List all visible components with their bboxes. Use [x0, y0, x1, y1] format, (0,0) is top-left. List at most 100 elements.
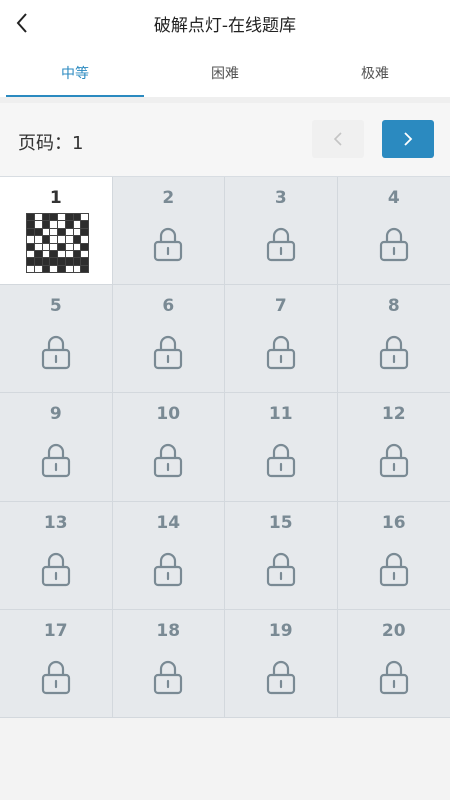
puzzle-preview — [26, 213, 89, 273]
level-number: 9 — [49, 404, 62, 425]
level-cell-20[interactable]: 20 — [337, 609, 450, 718]
preview-square — [42, 214, 50, 221]
preview-square — [42, 221, 50, 228]
preview-square — [34, 221, 42, 228]
level-cell-18[interactable]: 18 — [112, 609, 225, 718]
chevron-right-icon — [404, 132, 413, 146]
chevron-left-icon — [333, 132, 342, 146]
next-page-button[interactable] — [382, 120, 434, 158]
page-title: 破解点灯-在线题库 — [153, 16, 297, 36]
tab-extreme[interactable]: 极难 — [300, 46, 450, 97]
lock-icon — [266, 444, 295, 478]
level-cell-6[interactable]: 6 — [112, 285, 225, 394]
level-number: 3 — [274, 188, 287, 208]
level-number: 14 — [156, 512, 181, 533]
preview-square — [65, 236, 73, 243]
preview-square — [34, 243, 42, 250]
preview-square — [65, 228, 73, 236]
pager-bar: 页码：1 — [0, 103, 450, 176]
preview-square — [65, 214, 73, 221]
preview-square — [27, 228, 34, 236]
level-cell-19[interactable]: 19 — [225, 609, 338, 718]
preview-square — [50, 228, 57, 236]
app-header: 破解点灯-在线题库 — [0, 0, 450, 46]
preview-square — [81, 258, 88, 265]
lock-icon — [41, 444, 70, 478]
lock-icon — [154, 227, 183, 262]
preview-square — [81, 243, 88, 250]
lock-icon — [266, 660, 295, 694]
level-cell-15[interactable]: 15 — [225, 501, 338, 610]
level-cell-3[interactable]: 3 — [225, 177, 338, 286]
level-number: 12 — [381, 404, 406, 425]
level-cell-7[interactable]: 7 — [225, 285, 338, 394]
tab-hard[interactable]: 困难 — [150, 46, 300, 97]
level-number: 2 — [162, 188, 175, 208]
level-cell-9[interactable]: 9 — [0, 393, 113, 502]
level-cell-13[interactable]: 13 — [0, 501, 113, 610]
level-number: 4 — [387, 188, 400, 208]
level-cell-17[interactable]: 17 — [0, 609, 113, 718]
lock-icon — [379, 660, 408, 694]
preview-square — [58, 221, 65, 228]
tab-medium[interactable]: 中等 — [0, 46, 150, 97]
prev-page-button[interactable] — [312, 120, 364, 158]
preview-square — [73, 258, 81, 265]
preview-square — [34, 258, 42, 265]
preview-square — [50, 250, 57, 258]
level-cell-5[interactable]: 5 — [0, 285, 113, 394]
level-number: 5 — [49, 296, 62, 317]
preview-square — [81, 250, 88, 258]
lock-icon — [154, 552, 183, 586]
level-cell-10[interactable]: 10 — [112, 393, 225, 502]
level-number: 20 — [381, 620, 406, 641]
preview-square — [34, 228, 42, 236]
preview-square — [50, 243, 57, 250]
level-cell-11[interactable]: 11 — [225, 393, 338, 502]
level-cell-16[interactable]: 16 — [337, 501, 450, 610]
lock-icon — [266, 552, 295, 586]
preview-square — [65, 221, 73, 228]
preview-square — [50, 221, 57, 228]
preview-square — [27, 214, 34, 221]
preview-square — [42, 236, 50, 243]
level-cell-1[interactable]: 1 — [0, 177, 113, 286]
lock-icon — [41, 660, 70, 694]
level-cell-12[interactable]: 12 — [337, 393, 450, 502]
preview-square — [58, 214, 65, 221]
lock-icon — [379, 444, 408, 478]
level-number: 10 — [156, 404, 181, 425]
preview-square — [65, 258, 73, 265]
level-cell-14[interactable]: 14 — [112, 501, 225, 610]
lock-icon — [154, 444, 183, 478]
preview-square — [81, 228, 88, 236]
level-number: 15 — [268, 512, 293, 533]
lock-icon — [379, 227, 408, 262]
level-number: 19 — [268, 620, 293, 641]
preview-square — [27, 221, 34, 228]
level-number: 18 — [156, 620, 181, 641]
level-number: 16 — [381, 512, 406, 533]
lock-icon — [41, 552, 70, 586]
preview-square — [73, 265, 81, 272]
level-number: 11 — [268, 404, 293, 425]
preview-square — [58, 250, 65, 258]
level-cell-4[interactable]: 4 — [337, 177, 450, 286]
preview-square — [27, 265, 34, 272]
preview-square — [58, 243, 65, 250]
level-number: 7 — [274, 296, 287, 317]
preview-square — [65, 243, 73, 250]
preview-square — [34, 250, 42, 258]
preview-square — [73, 228, 81, 236]
preview-square — [58, 228, 65, 236]
level-cell-2[interactable]: 2 — [112, 177, 225, 286]
preview-square — [50, 214, 57, 221]
preview-square — [42, 250, 50, 258]
preview-square — [81, 265, 88, 272]
level-number: 17 — [43, 620, 68, 641]
preview-square — [27, 236, 34, 243]
level-cell-8[interactable]: 8 — [337, 285, 450, 394]
preview-square — [73, 243, 81, 250]
preview-square — [27, 250, 34, 258]
lock-icon — [154, 660, 183, 694]
